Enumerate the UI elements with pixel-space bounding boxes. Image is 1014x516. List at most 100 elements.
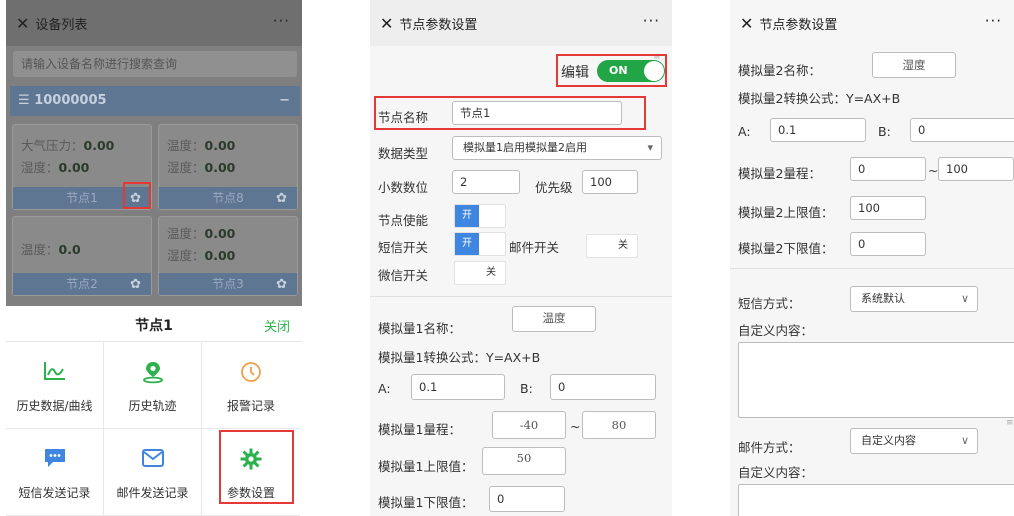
data-type-label: 数据类型 — [378, 146, 429, 161]
highlight-box — [374, 96, 646, 130]
analog2-name-label: 模拟量2名称： — [738, 63, 821, 78]
action-sheet-header: 节点1 关闭 — [6, 306, 302, 342]
card-value: 0.00 — [83, 138, 115, 153]
lower-limit-input[interactable]: 0 — [489, 486, 565, 512]
scroll-indicator-icon: ≡ — [1006, 418, 1014, 428]
menu-item-label: 短信发送记录 — [18, 486, 91, 500]
gear-icon[interactable]: ✿ — [130, 277, 141, 292]
node-card[interactable]: 温度：0.00 湿度：0.00 节点8 ✿ — [158, 124, 298, 210]
sms-method-label: 短信方式： — [738, 296, 801, 311]
card-label: 湿度： — [167, 160, 205, 175]
custom-content-label: 自定义内容： — [738, 465, 814, 480]
node-enable-toggle[interactable]: 开 — [454, 204, 506, 228]
analog1-lower-label: 模拟量1下限值： — [378, 495, 474, 510]
range-min-input[interactable]: -40 — [492, 411, 566, 439]
node-name: 节点2 — [66, 277, 98, 291]
menu-item-sms-records[interactable]: 短信发送记录 — [6, 429, 104, 516]
menu-item-history-data[interactable]: 历史数据/曲线 — [6, 342, 104, 429]
range-tilde: ~ — [928, 163, 939, 178]
dimmed-background: ✕ 设备列表 ··· 请输入设备名称进行搜索查询 ☰ 10000005 − 大气… — [6, 0, 302, 306]
sms-custom-content-textarea[interactable] — [738, 342, 1014, 418]
node-card[interactable]: 温度：0.00 湿度：0.00 节点3 ✿ — [158, 216, 298, 296]
a-label: A: — [738, 124, 751, 139]
more-icon[interactable]: ··· — [273, 12, 290, 30]
menu-item-mail-records[interactable]: 邮件发送记录 — [104, 429, 202, 516]
top-bar: ✕ 节点参数设置 ··· — [370, 0, 672, 46]
b-input[interactable]: 0 — [550, 374, 656, 400]
analog2-range-label: 模拟量2量程： — [738, 166, 821, 181]
range-min-input[interactable]: 0 — [850, 157, 926, 181]
card-label: 温度： — [21, 242, 59, 257]
node-parameters-screen: ✕ 节点参数设置 ··· 编辑 ON ≡ 节点名称 节点1 数据类型 模拟量1启… — [370, 0, 672, 516]
search-input[interactable]: 请输入设备名称进行搜索查询 — [13, 51, 297, 77]
analog1-name-input[interactable]: 温度 — [512, 306, 596, 332]
menu-item-label: 历史轨迹 — [128, 399, 177, 413]
toggle-knob — [455, 262, 479, 284]
a-input[interactable]: 0.1 — [770, 118, 866, 142]
close-button[interactable]: 关闭 — [264, 316, 290, 335]
custom-content-label: 自定义内容： — [738, 323, 814, 338]
node-parameters-screen-scrolled: ✕ 节点参数设置 ··· 模拟量2名称： 湿度 模拟量2转换公式：Y=AX+B … — [730, 0, 1014, 516]
b-input[interactable]: 0 — [910, 118, 1014, 142]
card-label: 大气压力： — [21, 138, 84, 153]
card-label: 温度： — [167, 138, 205, 153]
menu-item-label: 报警记录 — [226, 399, 275, 413]
card-label: 湿度： — [167, 248, 205, 263]
highlight-box — [219, 430, 294, 504]
card-value: 0.00 — [204, 160, 236, 175]
device-header[interactable]: ☰ 10000005 − — [10, 86, 300, 116]
card-label: 温度： — [167, 226, 205, 241]
sheet-title: 节点1 — [135, 318, 173, 334]
gear-icon[interactable]: ✿ — [276, 191, 287, 206]
node-card[interactable]: 温度：0.0 节点2 ✿ — [12, 216, 152, 296]
select-value: 模拟量1启用模拟量2启用 — [463, 141, 587, 154]
node-enable-label: 节点使能 — [378, 213, 429, 228]
node-name: 节点1 — [66, 191, 98, 205]
menu-item-alarm-records[interactable]: 报警记录 — [202, 342, 300, 429]
card-value: 0.00 — [204, 226, 236, 241]
highlight-box — [123, 182, 151, 209]
close-icon[interactable]: ✕ — [740, 14, 753, 33]
sms-switch-toggle[interactable]: 开 — [454, 232, 506, 256]
a-label: A: — [378, 381, 391, 396]
mail-switch-toggle[interactable]: 关 — [586, 234, 638, 258]
mail-method-select[interactable]: 自定义内容 ∨ — [850, 428, 978, 454]
card-value: 0.00 — [58, 160, 90, 175]
data-type-select[interactable]: 模拟量1启用模拟量2启用 ▾ — [452, 136, 662, 160]
toggle-knob — [587, 235, 611, 257]
analog1-formula: 模拟量1转换公式：Y=AX+B — [378, 350, 541, 365]
range-max-input[interactable]: 100 — [938, 157, 1014, 181]
priority-input[interactable]: 100 — [582, 170, 638, 194]
toggle-on-text: 开 — [455, 205, 479, 227]
lower-limit-input[interactable]: 0 — [850, 232, 926, 256]
wechat-switch-toggle[interactable]: 关 — [454, 261, 506, 285]
highlight-box — [556, 54, 667, 87]
analog2-formula: 模拟量2转换公式：Y=AX+B — [738, 91, 901, 106]
analog2-lower-label: 模拟量2下限值： — [738, 241, 834, 256]
analog2-name-input[interactable]: 湿度 — [872, 52, 956, 78]
mail-custom-content-textarea[interactable] — [738, 484, 1014, 516]
divider — [730, 268, 1014, 269]
decimal-input[interactable]: 2 — [452, 170, 520, 194]
collapse-icon[interactable]: − — [279, 86, 290, 116]
chart-icon — [6, 360, 103, 382]
close-icon[interactable]: ✕ — [380, 14, 393, 33]
more-icon[interactable]: ··· — [643, 12, 660, 30]
page-title: 节点参数设置 — [759, 17, 838, 33]
top-bar: ✕ 节点参数设置 ··· — [730, 0, 1014, 46]
menu-item-history-track[interactable]: 历史轨迹 — [104, 342, 202, 429]
gear-icon[interactable]: ✿ — [276, 277, 287, 292]
toggle-off-text: 关 — [486, 267, 496, 278]
analog1-range-label: 模拟量1量程： — [378, 422, 461, 437]
chevron-down-icon: ▾ — [647, 141, 653, 154]
range-max-input[interactable]: 80 — [582, 411, 656, 439]
priority-label: 优先级 — [535, 180, 573, 195]
analog1-name-label: 模拟量1名称： — [378, 321, 461, 336]
upper-limit-input[interactable]: 50 — [482, 447, 566, 475]
more-icon[interactable]: ··· — [985, 12, 1002, 30]
sms-method-select[interactable]: 系统默认 ∨ — [850, 286, 978, 312]
a-input[interactable]: 0.1 — [411, 374, 505, 400]
close-icon[interactable]: ✕ — [16, 14, 29, 33]
upper-limit-input[interactable]: 100 — [850, 196, 926, 220]
chevron-down-icon: ∨ — [960, 292, 969, 305]
